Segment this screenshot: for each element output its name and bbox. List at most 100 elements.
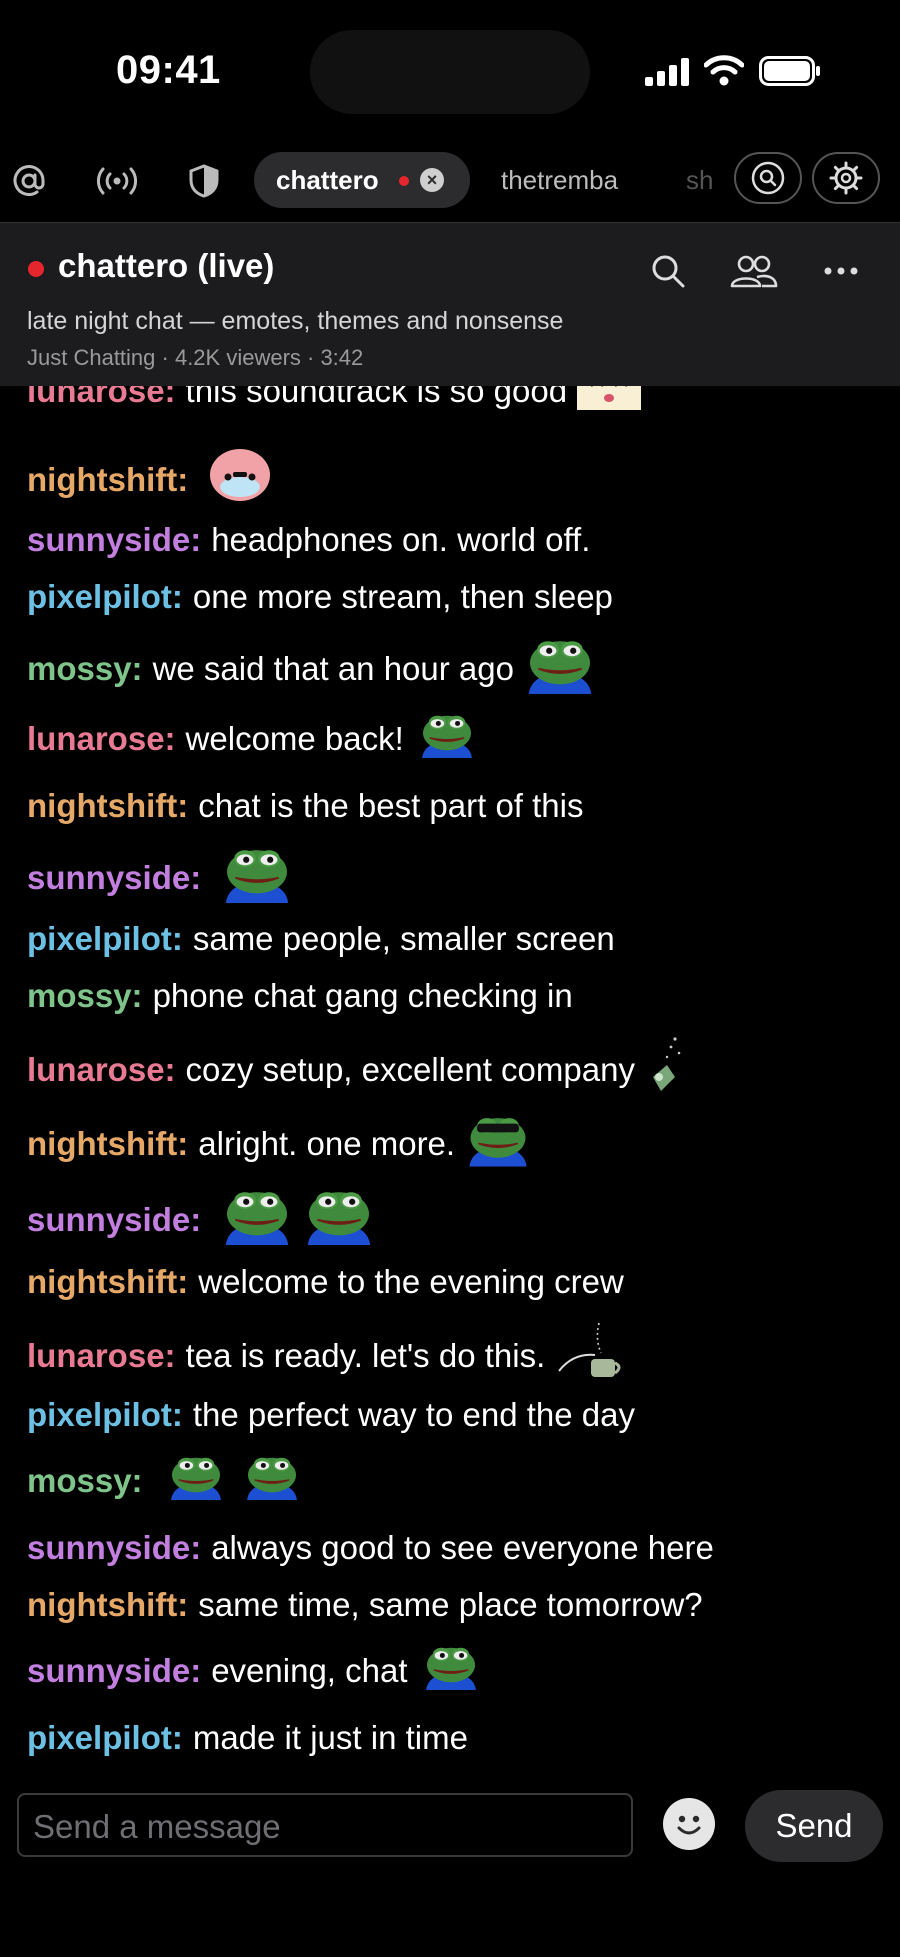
tab-partial[interactable]: sh <box>686 165 720 196</box>
chat-message-text: chat is the best part of this <box>198 787 584 824</box>
chat-username[interactable]: pixelpilot: <box>27 1718 183 1758</box>
chat-message: lunarose: cozy setup, excellent company <box>27 1033 685 1106</box>
sparkle-emote[interactable] <box>645 1033 685 1106</box>
tab-chattero[interactable]: chattero × <box>254 152 470 208</box>
chat-message: mossy: <box>27 1452 305 1509</box>
pepe-emote[interactable] <box>221 1185 293 1254</box>
chat-message-text: cozy setup, excellent company <box>185 1050 635 1088</box>
search-chat-button[interactable] <box>646 249 690 293</box>
chat-message: mossy: phone chat gang checking in <box>27 976 573 1016</box>
chat-message-text: welcome back! <box>185 719 404 757</box>
chat-message-text: phone chat gang checking in <box>152 977 573 1014</box>
mentions-tab[interactable] <box>8 158 50 204</box>
chat-message: sunnyside: headphones on. world off. <box>27 520 590 560</box>
emote-picker-button[interactable] <box>663 1798 715 1850</box>
chat-username[interactable]: pixelpilot: <box>27 919 183 959</box>
smiley-icon <box>677 1815 701 1835</box>
chat-username[interactable]: lunarose: <box>27 1050 176 1090</box>
chat-message: nightshift: welcome to the evening crew <box>27 1262 624 1302</box>
chat-message-text: evening, chat <box>211 1651 408 1689</box>
chat-message-list[interactable]: lunarose: this soundtrack is so good night… <box>0 385 900 1767</box>
chat-message: sunnyside: <box>27 1185 375 1254</box>
chat-username[interactable]: lunarose: <box>27 1336 176 1376</box>
chat-message-text: we said that an hour ago <box>152 649 514 687</box>
chat-message: lunarose: welcome back! <box>27 710 480 767</box>
chat-username[interactable]: sunnyside: <box>27 1651 201 1691</box>
chat-message-text: tea is ready. let's do this. <box>185 1336 546 1374</box>
live-dot <box>28 261 44 277</box>
chat-message: sunnyside: <box>27 843 293 912</box>
chat-message-text: always good to see everyone here <box>211 1529 714 1566</box>
pepe-sunglasses-emote[interactable] <box>465 1109 531 1178</box>
wifi-icon <box>704 55 744 86</box>
pepe-peek-emote[interactable] <box>163 1452 229 1509</box>
chat-username[interactable]: nightshift: <box>27 786 188 826</box>
message-input[interactable]: Send a message <box>17 1793 633 1857</box>
status-bar: 09:41 <box>0 0 900 140</box>
stream-description: late night chat — emotes, themes and non… <box>27 307 564 335</box>
chat-username[interactable]: nightshift: <box>27 1124 188 1164</box>
chat-username[interactable]: nightshift: <box>27 1262 188 1302</box>
chat-username[interactable]: pixelpilot: <box>27 1395 183 1435</box>
chat-username[interactable]: mossy: <box>27 976 143 1016</box>
chat-username[interactable]: mossy: <box>27 649 143 689</box>
chat-username[interactable]: sunnyside: <box>27 520 201 560</box>
chat-username[interactable]: mossy: <box>27 1461 143 1501</box>
cellular-signal-icon <box>645 58 689 86</box>
chat-message: pixelpilot: one more stream, then sleep <box>27 577 613 617</box>
stream-title: chattero (live) <box>58 247 275 284</box>
chat-message: pixelpilot: made it just in time <box>27 1718 468 1758</box>
chat-message-text: one more stream, then sleep <box>192 578 613 615</box>
broadcast-icon <box>96 167 138 195</box>
live-feed-tab[interactable] <box>94 158 140 204</box>
pepe-peek-emote[interactable] <box>414 710 480 767</box>
ellipsis-icon <box>824 267 858 275</box>
pepe-emote[interactable] <box>221 843 293 912</box>
search-channels-button[interactable] <box>734 152 802 204</box>
tab-thetremba[interactable]: thetremba <box>501 165 618 196</box>
chat-message: lunarose: this soundtrack is so good <box>27 385 642 419</box>
chat-message: pixelpilot: the perfect way to end the da… <box>27 1395 635 1435</box>
tab-label: chattero <box>276 165 379 195</box>
chat-message-text: same people, smaller screen <box>192 920 615 957</box>
chat-username[interactable]: lunarose: <box>27 385 176 411</box>
pepe-peek-emote[interactable] <box>418 1642 484 1699</box>
anime-face-emote[interactable] <box>577 385 642 419</box>
chat-message-text: the perfect way to end the day <box>192 1396 635 1433</box>
at-sign-icon <box>13 165 45 196</box>
chat-username[interactable]: sunnyside: <box>27 1528 201 1568</box>
chat-message: pixelpilot: same people, smaller screen <box>27 919 615 959</box>
crying-blob-emote[interactable] <box>208 447 272 512</box>
chat-message: nightshift: chat is the best part of this <box>27 786 584 826</box>
settings-button[interactable] <box>812 152 880 204</box>
close-tab-icon[interactable]: × <box>420 168 444 192</box>
chat-message-text: headphones on. world off. <box>211 521 591 558</box>
send-button[interactable]: Send <box>745 1790 883 1862</box>
chat-username[interactable]: nightshift: <box>27 1585 188 1625</box>
chat-username[interactable]: pixelpilot: <box>27 577 183 617</box>
chat-message: lunarose: tea is ready. let's do this. <box>27 1319 627 1392</box>
chat-message-text: same time, same place tomorrow? <box>198 1586 703 1623</box>
live-indicator-dot <box>399 176 409 186</box>
tea-pour-emote[interactable] <box>555 1319 627 1392</box>
chat-username[interactable]: sunnyside: <box>27 858 201 898</box>
chat-username[interactable]: lunarose: <box>27 719 176 759</box>
chat-message-text: alright. one more. <box>198 1124 456 1162</box>
pepe-emote[interactable] <box>524 634 596 703</box>
chat-message: nightshift: same time, same place tomorro… <box>27 1585 703 1625</box>
search-icon <box>652 255 685 288</box>
moderation-tab[interactable] <box>186 158 222 204</box>
viewers-button[interactable] <box>728 249 780 293</box>
chat-message: mossy: we said that an hour ago <box>27 634 596 703</box>
stream-meta: Just Chatting · 4.2K viewers · 3:42 <box>27 345 364 370</box>
users-icon <box>730 255 778 288</box>
channel-tab-strip: chattero × thetremba sh <box>0 148 900 214</box>
pepe-peek-emote[interactable] <box>239 1452 305 1509</box>
search-circle-icon <box>751 161 785 195</box>
chat-message: nightshift: alright. one more. <box>27 1109 531 1178</box>
chat-username[interactable]: nightshift: <box>27 460 188 500</box>
chat-username[interactable]: sunnyside: <box>27 1200 201 1240</box>
more-options-button[interactable] <box>822 249 860 293</box>
pepe-emote[interactable] <box>303 1185 375 1254</box>
chat-message-text: made it just in time <box>192 1719 468 1756</box>
